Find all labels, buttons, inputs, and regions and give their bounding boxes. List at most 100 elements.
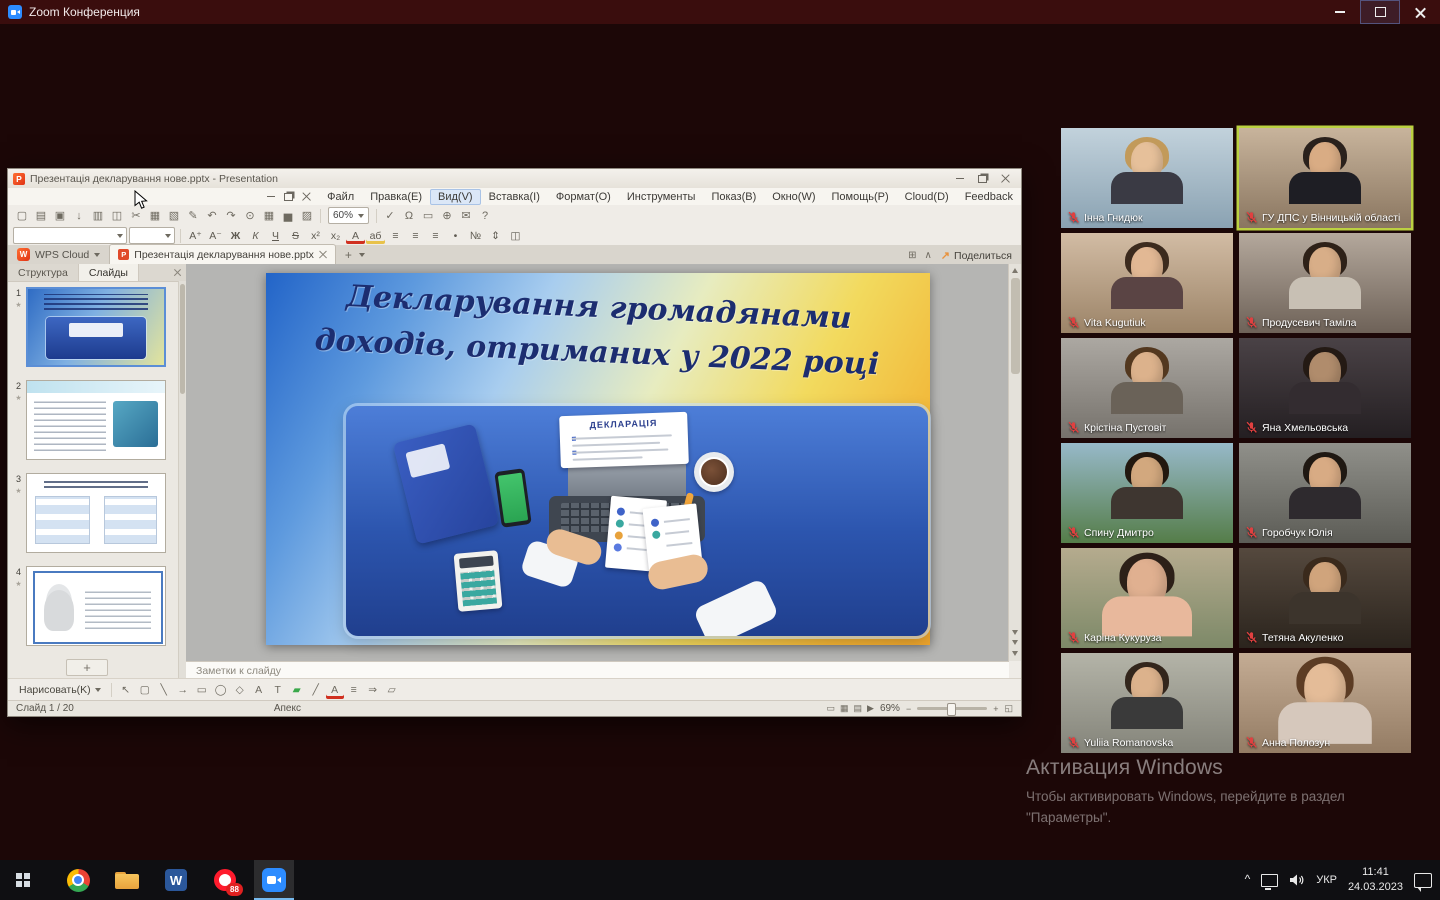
menu-item[interactable]: Правка(E) — [362, 189, 430, 205]
superscript-icon[interactable]: x² — [306, 228, 325, 244]
menu-item[interactable]: Инструменты — [619, 189, 704, 205]
comment-icon[interactable]: ✉ — [457, 207, 475, 224]
slide-scrollbar[interactable] — [1008, 264, 1021, 661]
menu-item[interactable]: Cloud(D) — [897, 189, 957, 205]
slide-thumbnail[interactable] — [26, 380, 166, 460]
close-panel-icon[interactable] — [174, 269, 181, 276]
flowchart-icon[interactable]: ◇ — [231, 682, 249, 699]
menu-item[interactable]: Помощь(P) — [824, 189, 897, 205]
normal-view-icon[interactable]: ▭ — [826, 703, 835, 714]
participant-tile[interactable]: Інна Гнидюк — [1061, 128, 1233, 228]
slide-thumbnail-row[interactable]: 4 ★ — [11, 566, 179, 644]
undo-icon[interactable]: ↶ — [203, 207, 221, 224]
menu-item[interactable]: Вид(V) — [430, 189, 481, 205]
strikethrough-icon[interactable]: S — [286, 228, 305, 244]
participant-tile[interactable]: ГУ ДПС у Вінницькій області — [1239, 128, 1411, 228]
participant-tile[interactable]: Каріна Кукуруза — [1061, 548, 1233, 648]
participant-tile[interactable]: Анна Полозун — [1239, 653, 1411, 753]
numbering-icon[interactable]: № — [466, 228, 485, 244]
spell-check-icon[interactable]: ✓ — [381, 207, 399, 224]
arrow-icon[interactable]: → — [174, 682, 192, 699]
hyperlink-icon[interactable]: ⊕ — [438, 207, 456, 224]
line-style-icon[interactable]: ≡ — [345, 682, 363, 699]
slide-sorter-icon[interactable]: ▦ — [840, 703, 849, 714]
language-indicator[interactable]: УКР — [1316, 874, 1337, 886]
slide-thumbnail[interactable] — [26, 473, 166, 553]
add-slide-button[interactable]: + — [66, 659, 108, 676]
print-preview-icon[interactable]: ◫ — [108, 207, 126, 224]
participant-tile[interactable]: Яна Хмельовська — [1239, 338, 1411, 438]
menu-item[interactable]: Показ(B) — [703, 189, 764, 205]
participant-tile[interactable]: Продусевич Таміла — [1239, 233, 1411, 333]
redo-icon[interactable]: ↷ — [222, 207, 240, 224]
play-slideshow-icon[interactable]: ▶ — [867, 703, 874, 714]
cut-icon[interactable]: ✂ — [127, 207, 145, 224]
notes-view-icon[interactable]: ▤ — [854, 703, 863, 714]
tab-slides[interactable]: Слайды — [79, 264, 139, 281]
underline-icon[interactable]: Ч — [266, 228, 285, 244]
open-icon[interactable]: ▤ — [32, 207, 50, 224]
menu-item[interactable]: Файл — [319, 189, 362, 205]
find-replace-icon[interactable]: ⊙ — [241, 207, 259, 224]
zoom-in-button[interactable]: + — [993, 704, 998, 714]
line-icon[interactable]: ╲ — [155, 682, 173, 699]
italic-icon[interactable]: К — [246, 228, 265, 244]
display-icon[interactable] — [1261, 874, 1278, 887]
wps-restore-button[interactable] — [972, 172, 993, 186]
slide-thumbnail-row[interactable]: 3 ★ — [11, 473, 179, 551]
rectangle-icon[interactable]: ▭ — [193, 682, 211, 699]
taskbar-word-button[interactable]: W — [156, 860, 196, 900]
collapse-toolbar-icon[interactable]: ∧ — [924, 250, 931, 261]
participant-tile[interactable]: Yuliia Romanovska — [1061, 653, 1233, 753]
taskbar-chrome-button[interactable] — [58, 860, 98, 900]
shapes-icon[interactable]: ▢ — [136, 682, 154, 699]
insert-picture-icon[interactable]: ▨ — [298, 207, 316, 224]
previous-slide-icon[interactable] — [1012, 630, 1018, 635]
doc-restore-button[interactable] — [280, 191, 297, 203]
taskbar-opera-button[interactable]: 88 — [205, 860, 245, 900]
export-pdf-icon[interactable]: ↓ — [70, 207, 88, 224]
columns-icon[interactable]: ◫ — [506, 228, 525, 244]
menu-item[interactable]: Формат(O) — [548, 189, 619, 205]
wps-cloud-menu[interactable]: W WPS Cloud — [8, 245, 109, 264]
align-center-icon[interactable]: ≡ — [406, 228, 425, 244]
shadow-icon[interactable]: ▱ — [383, 682, 401, 699]
next-slide-icon[interactable] — [1012, 640, 1018, 645]
slide-thumbnail[interactable] — [26, 566, 166, 646]
copy-icon[interactable]: ▦ — [146, 207, 164, 224]
paste-icon[interactable]: ▧ — [165, 207, 183, 224]
font-color-icon[interactable]: А — [346, 228, 365, 244]
participant-tile[interactable]: Vita Kugutiuk — [1061, 233, 1233, 333]
symbol-icon[interactable]: Ω — [400, 207, 418, 224]
participant-tile[interactable]: Спину Дмитро — [1061, 443, 1233, 543]
participant-tile[interactable]: Крістіна Пустовіт — [1061, 338, 1233, 438]
font-family-select[interactable] — [13, 227, 127, 244]
insert-chart-icon[interactable]: ▅ — [279, 207, 297, 224]
header-footer-icon[interactable]: ▭ — [419, 207, 437, 224]
zoom-slider[interactable] — [917, 707, 987, 710]
share-button[interactable]: ↗ Поделиться — [941, 249, 1012, 262]
layout-icon[interactable]: ⊞ — [908, 250, 916, 261]
bullets-icon[interactable]: • — [446, 228, 465, 244]
select-arrow-icon[interactable]: ↖ — [117, 682, 135, 699]
taskbar-zoom-button[interactable] — [254, 860, 294, 900]
doc-close-button[interactable] — [298, 191, 315, 203]
menu-item[interactable]: Feedback — [957, 189, 1021, 205]
maximize-button[interactable] — [1360, 0, 1400, 24]
tab-outline[interactable]: Структура — [8, 264, 79, 281]
fit-slide-button[interactable]: ◱ — [1004, 703, 1013, 714]
ellipse-icon[interactable]: ◯ — [212, 682, 230, 699]
action-center-icon[interactable] — [1414, 873, 1432, 888]
zoom-out-button[interactable]: − — [906, 704, 911, 714]
doc-minimize-button[interactable] — [262, 191, 279, 203]
font-size-select[interactable] — [129, 227, 175, 244]
taskbar-clock[interactable]: 11:41 24.03.2023 — [1348, 865, 1403, 895]
scroll-down-icon[interactable] — [1012, 651, 1018, 656]
help-icon[interactable]: ? — [476, 207, 494, 224]
taskbar-explorer-button[interactable] — [107, 860, 147, 900]
line-spacing-icon[interactable]: ⇕ — [486, 228, 505, 244]
arrow-style-icon[interactable]: ⇒ — [364, 682, 382, 699]
menu-item[interactable]: Окно(W) — [764, 189, 823, 205]
font-increase-icon[interactable]: А⁺ — [186, 228, 205, 244]
outline-color-icon[interactable]: ╱ — [307, 682, 325, 699]
